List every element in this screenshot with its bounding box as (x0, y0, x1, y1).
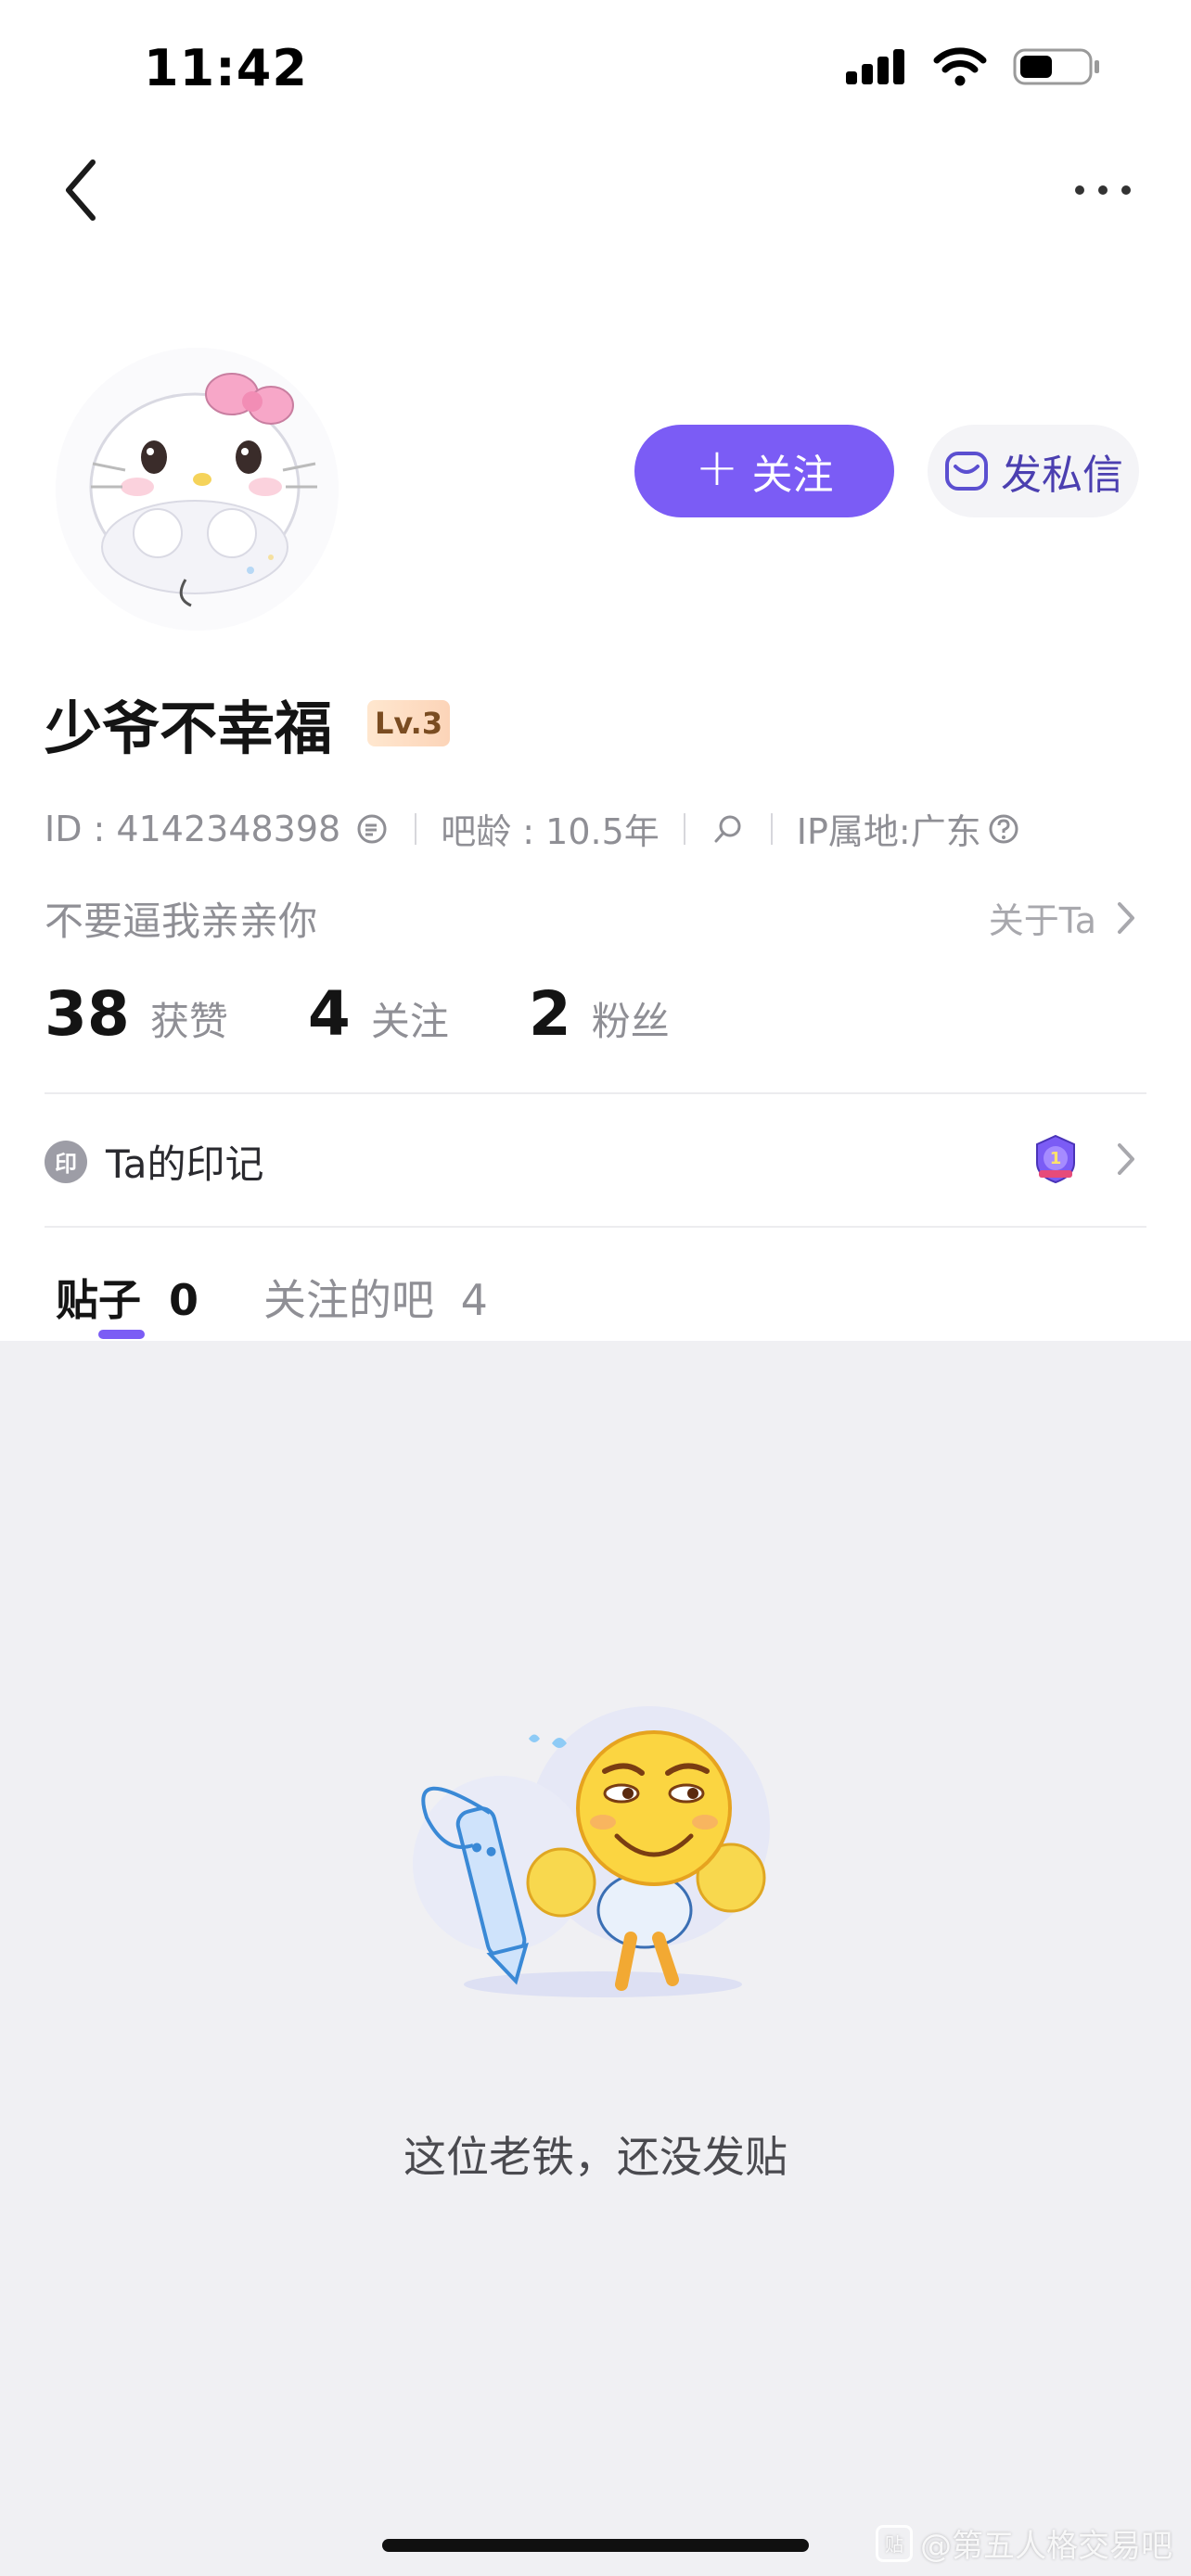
stat-label: 获赞 (149, 999, 228, 1044)
status-time: 11:42 (144, 39, 308, 97)
marks-label: Ta的印记 (106, 1141, 264, 1187)
home-indicator[interactable] (382, 2539, 809, 2552)
stat-label: 关注 (370, 999, 449, 1044)
medal-badge-icon: 1 (1036, 1134, 1075, 1184)
watermark-text: @第五人格交易吧 (920, 2528, 1172, 2565)
battery-icon (1013, 48, 1099, 85)
tabs: 贴子 0 关注的吧 4 (56, 1267, 488, 1339)
tieba-logo-icon: 贴 (876, 2524, 913, 2562)
ip-location: IP属地:广东 (796, 811, 981, 852)
chevron-right-icon (1118, 901, 1134, 934)
status-icons (846, 46, 1102, 87)
separator (770, 812, 773, 845)
separator (683, 812, 685, 845)
username: 少爷不幸福 (45, 695, 333, 762)
cellular-signal-icon (846, 49, 904, 84)
empty-state-illustration (413, 1706, 770, 1997)
empty-state-message: 这位老铁，还没发贴 (403, 2132, 788, 2182)
tab-label: 关注的吧 (263, 1275, 435, 1325)
search-icon[interactable] (710, 810, 747, 848)
message-label: 发私信 (1001, 452, 1123, 499)
bio: 不要逼我亲亲你 (45, 899, 318, 944)
marks-row[interactable]: 印 Ta的印记 (45, 1133, 263, 1190)
tab-followed-bars[interactable]: 关注的吧 4 (263, 1267, 488, 1328)
user-id: ID : 4142348398 (45, 808, 341, 849)
watermark: 贴 @第五人格交易吧 (876, 2520, 1172, 2566)
info-row: ID : 4142348398 吧龄 : 10.5年 IP属地:广东 (45, 803, 1020, 854)
stat-likes[interactable]: 38 获赞 (45, 978, 228, 1050)
follow-button[interactable]: + 关注 (634, 425, 894, 517)
wifi-icon (933, 47, 987, 86)
help-icon[interactable] (987, 812, 1020, 846)
bar-age: 吧龄 : 10.5年 (441, 811, 660, 852)
tab-posts[interactable]: 贴子 0 (56, 1267, 199, 1339)
stat-value: 4 (307, 978, 351, 1050)
stat-value: 2 (528, 978, 571, 1050)
stat-fans[interactable]: 2 粉丝 (529, 978, 670, 1050)
tab-count: 4 (460, 1275, 488, 1325)
seal-icon: 印 (45, 1140, 87, 1183)
about-label: 关于Ta (988, 900, 1096, 941)
level-badge: Lv.3 (367, 700, 451, 746)
about-link[interactable]: 关于Ta (989, 892, 1137, 943)
chevron-right-icon (1118, 1143, 1134, 1175)
message-button[interactable]: 发私信 (928, 425, 1139, 517)
tab-underline (98, 1330, 145, 1339)
copy-icon[interactable] (353, 810, 391, 848)
divider (45, 1092, 1146, 1094)
more-options-icon[interactable] (1070, 176, 1135, 204)
badge-number: 1 (1050, 1149, 1062, 1168)
name-row: 少爷不幸福 Lv.3 (45, 682, 451, 765)
tab-label: 贴子 (56, 1275, 141, 1325)
plus-icon: + (695, 438, 739, 498)
avatar-image (56, 348, 339, 631)
avatar[interactable] (56, 348, 339, 631)
tab-count: 0 (169, 1275, 199, 1325)
stats-row: 38 获赞 4 关注 2 粉丝 (45, 978, 749, 1050)
stat-label: 粉丝 (591, 999, 670, 1044)
divider (45, 1226, 1146, 1228)
marks-right[interactable]: 1 (1031, 1133, 1137, 1185)
follow-label: 关注 (751, 452, 834, 499)
mail-icon (945, 452, 988, 491)
back-arrow-icon[interactable] (56, 153, 111, 227)
separator (415, 812, 417, 845)
stat-value: 38 (45, 978, 130, 1050)
stat-following[interactable]: 4 关注 (308, 978, 449, 1050)
